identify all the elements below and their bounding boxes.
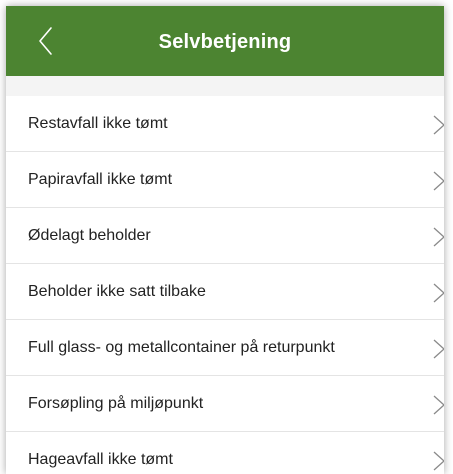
header-bar: Selvbetjening [6,6,444,76]
section-spacer [6,76,444,96]
chevron-left-icon [39,27,52,55]
page-title: Selvbetjening [158,30,292,53]
back-button[interactable] [34,24,58,58]
list-item-odelagt-beholder[interactable]: Ødelagt beholder [6,208,444,264]
list-item-forsopling-miljopunkt[interactable]: Forsøpling på miljøpunkt [6,376,444,432]
chevron-right-icon [432,450,444,472]
list-item-label: Restavfall ikke tømt [28,114,168,132]
list-item-label: Papiravfall ikke tømt [28,170,173,188]
chevron-right-icon [432,282,444,304]
chevron-right-icon [432,170,444,192]
list-item-label: Ødelagt beholder [28,226,151,244]
chevron-right-icon [432,114,444,136]
list-item-label: Hageavfall ikke tømt [28,450,173,468]
self-service-list: Restavfall ikke tømt Papiravfall ikke tø… [6,96,444,474]
chevron-right-icon [432,226,444,248]
list-item-restavfall[interactable]: Restavfall ikke tømt [6,96,444,152]
list-item-label: Forsøpling på miljøpunkt [28,394,204,412]
list-item-hageavfall[interactable]: Hageavfall ikke tømt [6,432,444,474]
chevron-right-icon [432,338,444,360]
chevron-right-icon [432,394,444,416]
list-item-beholder-ikke-satt-tilbake[interactable]: Beholder ikke satt tilbake [6,264,444,320]
app-screen: Selvbetjening Restavfall ikke tømt Papir… [6,6,444,474]
list-item-label: Beholder ikke satt tilbake [28,282,206,300]
list-item-papiravfall[interactable]: Papiravfall ikke tømt [6,152,444,208]
list-item-label: Full glass- og metallcontainer på returp… [28,338,335,356]
list-item-full-glass-metallcontainer[interactable]: Full glass- og metallcontainer på returp… [6,320,444,376]
